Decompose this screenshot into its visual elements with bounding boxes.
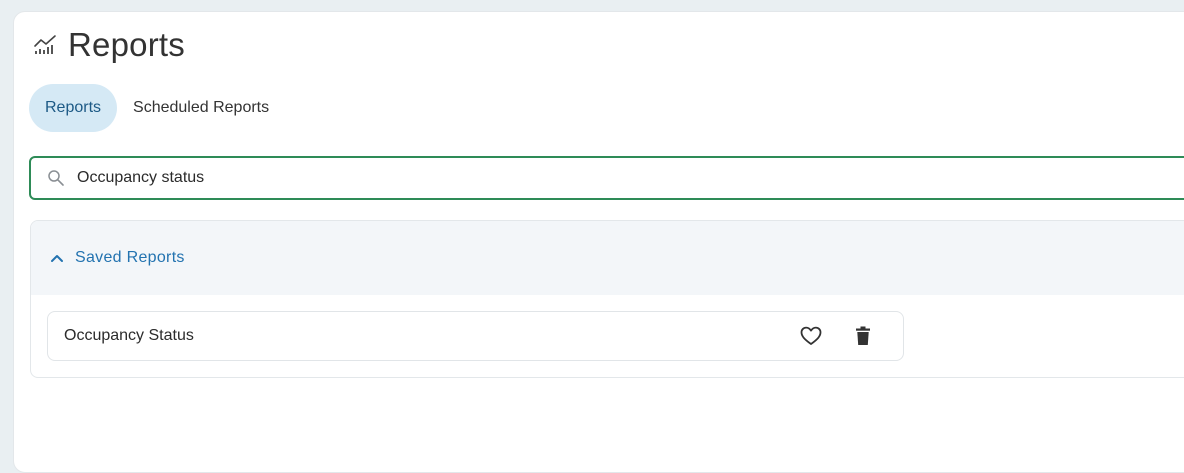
reports-card: Reports Reports Scheduled Reports Saved … <box>13 11 1184 473</box>
search-box <box>29 156 1184 200</box>
tab-reports[interactable]: Reports <box>29 84 118 132</box>
report-name: Occupancy Status <box>64 327 194 344</box>
chevron-up-icon <box>49 250 65 266</box>
chart-trend-icon <box>32 32 58 58</box>
saved-report-item[interactable]: Occupancy Status <box>47 311 904 361</box>
saved-reports-toggle[interactable]: Saved Reports <box>31 221 1184 295</box>
page-header: Reports <box>32 26 185 64</box>
heart-outline-icon[interactable] <box>799 324 823 348</box>
search-input[interactable] <box>77 169 1077 187</box>
saved-reports-title: Saved Reports <box>75 249 185 266</box>
trash-icon[interactable] <box>851 324 875 348</box>
page-title: Reports <box>68 26 185 63</box>
saved-reports-panel: Saved Reports Occupancy Status <box>30 220 1184 378</box>
tab-scheduled-reports[interactable]: Scheduled Reports <box>117 84 285 132</box>
report-tabs: Reports Scheduled Reports <box>29 84 285 132</box>
search-icon <box>47 169 65 187</box>
